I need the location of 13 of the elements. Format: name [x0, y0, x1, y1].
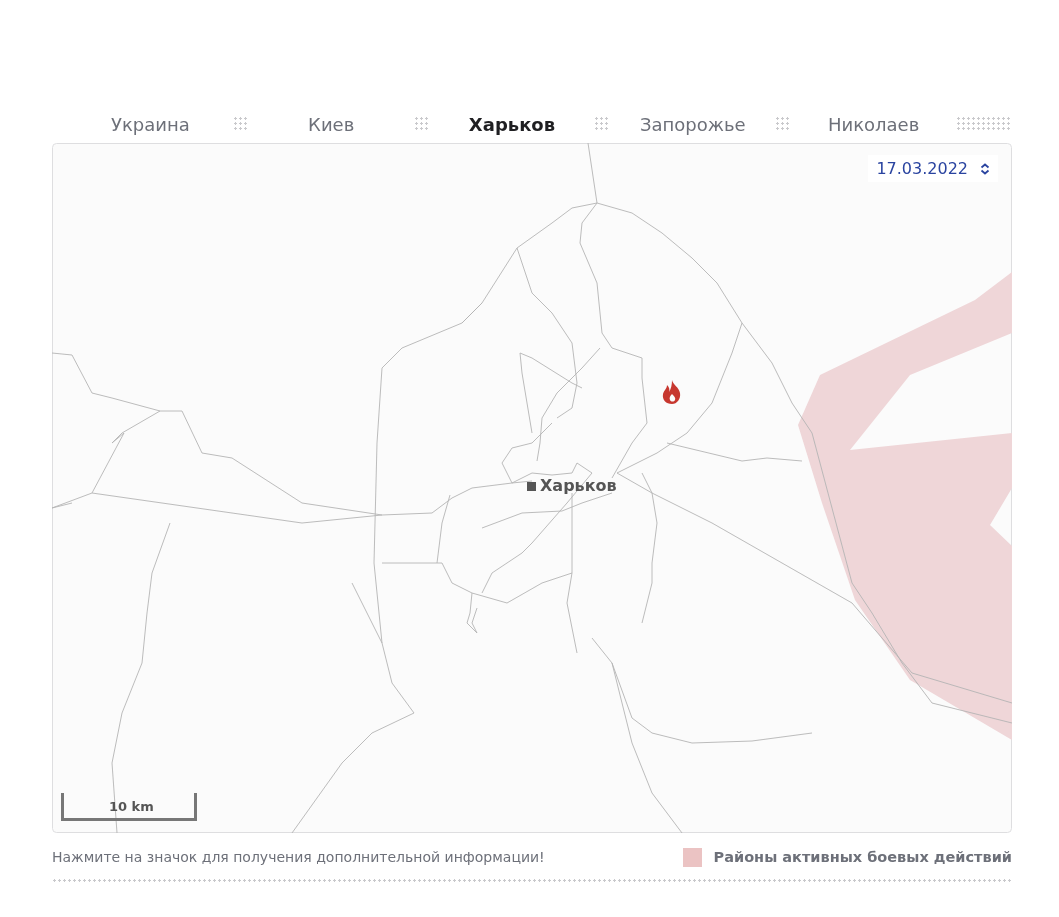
city-tab[interactable]: Украина: [92, 113, 209, 135]
city-tab[interactable]: Киев: [272, 113, 390, 135]
updown-chevron-icon: [980, 162, 990, 175]
city-tab[interactable]: Харьков: [453, 113, 571, 135]
city-marker-icon: [527, 482, 536, 491]
scale-label: 10 km: [109, 799, 154, 814]
date-selector[interactable]: 17.03.2022: [868, 155, 998, 182]
hint-text: Нажмите на значок для получения дополнительной информации!: [52, 849, 546, 865]
city-tab[interactable]: Николаев: [815, 113, 932, 135]
city-tab[interactable]: Запорожье: [634, 113, 752, 135]
city-label: Харьков: [540, 476, 617, 495]
legend-swatch: [682, 847, 702, 867]
legend-label: Районы активных боевых действий: [713, 849, 1012, 865]
